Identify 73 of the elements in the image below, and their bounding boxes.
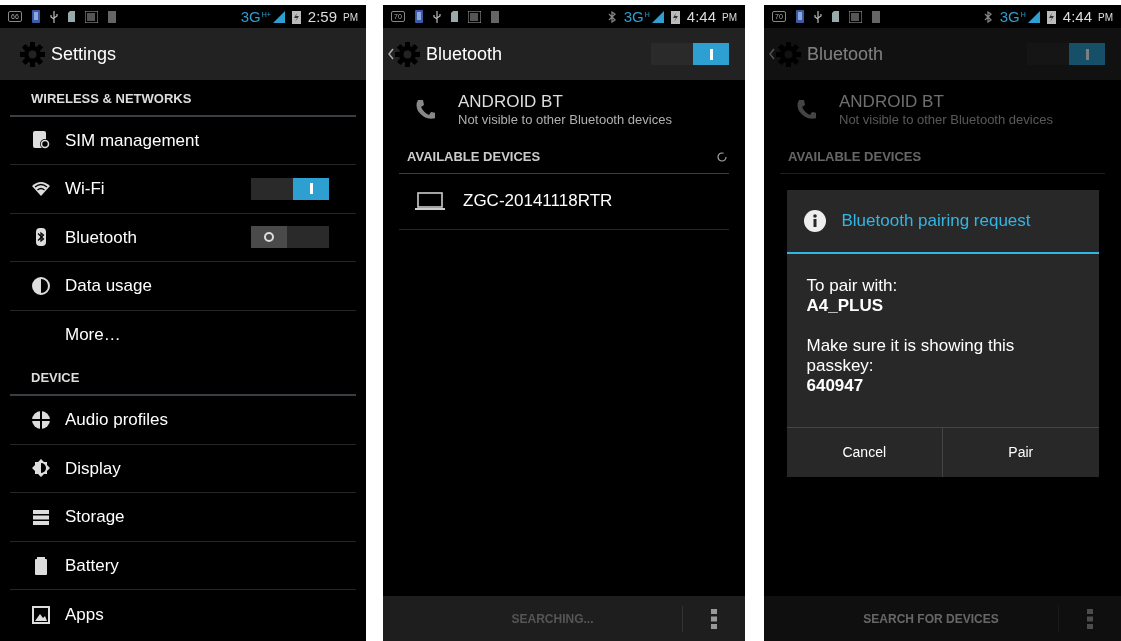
screen-title: Bluetooth bbox=[426, 42, 503, 66]
circle-cross-icon bbox=[31, 409, 51, 430]
dialog-button[interactable]: Cancel bbox=[786, 428, 942, 477]
visibility-status: Not visible to other Bluetooth devices bbox=[458, 112, 672, 128]
laptop-icon bbox=[415, 192, 445, 210]
settings-item[interactable]: Audio profiles bbox=[10, 395, 356, 445]
dialog-title: Bluetooth pairing request bbox=[841, 210, 1031, 233]
network-type: 3G bbox=[999, 8, 1020, 25]
gear-icon bbox=[776, 41, 801, 67]
usb-icon bbox=[813, 10, 822, 23]
signal-icon bbox=[1027, 10, 1040, 23]
clock-time: 4:44 bbox=[1062, 8, 1092, 25]
bluetooth-icon bbox=[983, 10, 992, 23]
sun-icon bbox=[31, 458, 51, 479]
settings-item[interactable]: SIM management bbox=[10, 116, 356, 166]
dialog-button[interactable]: Pair bbox=[942, 428, 1099, 477]
settings-item[interactable]: Data usage bbox=[10, 262, 356, 311]
signal-icon bbox=[272, 10, 285, 23]
sd-card-icon bbox=[831, 11, 839, 22]
toggle-switch[interactable] bbox=[251, 226, 329, 249]
dialog-text: To pair with: bbox=[806, 276, 899, 296]
spinner-icon bbox=[717, 151, 727, 162]
signal-icon bbox=[651, 10, 664, 23]
section-header: WIRELESS & NETWORKS bbox=[10, 89, 356, 117]
phone-handset-icon bbox=[415, 99, 435, 121]
visibility-status: Not visible to other Bluetooth devices bbox=[839, 112, 1053, 128]
device-item[interactable]: ZGC-20141118RTR bbox=[399, 173, 729, 230]
battery-charging-icon bbox=[670, 9, 680, 24]
picture-icon bbox=[31, 604, 51, 625]
bluetooth-icon bbox=[607, 10, 616, 23]
section-header: AVAILABLE DEVICES bbox=[788, 148, 922, 166]
battery-charging-icon bbox=[291, 9, 301, 24]
screen-title: Settings bbox=[51, 42, 117, 66]
settings-item[interactable]: Display bbox=[10, 444, 356, 494]
screen-title: Bluetooth bbox=[807, 42, 884, 66]
info-icon bbox=[803, 210, 826, 232]
settings-item[interactable]: More… bbox=[10, 310, 356, 360]
clock-time: 2:59 bbox=[307, 8, 337, 25]
device-name: ANDROID BT bbox=[839, 92, 945, 112]
settings-item[interactable]: Wi-Fi bbox=[10, 165, 356, 214]
clock-time: 4:44 bbox=[686, 8, 716, 25]
toggle-switch[interactable] bbox=[1027, 43, 1105, 65]
settings-item[interactable]: Apps bbox=[10, 590, 356, 639]
toggle-switch[interactable] bbox=[651, 43, 729, 65]
dialog-text: Make sure it is showing this passkey: bbox=[806, 336, 1016, 376]
phone-handset-icon bbox=[796, 99, 816, 121]
settings-item[interactable]: Storage bbox=[10, 493, 356, 542]
overflow-menu-icon[interactable] bbox=[711, 608, 717, 629]
phone-icon bbox=[795, 10, 804, 23]
gear-icon bbox=[20, 41, 45, 67]
phone-icon bbox=[31, 10, 40, 23]
clock-meridiem: PM bbox=[343, 10, 358, 25]
device-name: ANDROID BT bbox=[458, 92, 564, 112]
network-type: 3G bbox=[623, 8, 644, 25]
clock-meridiem: PM bbox=[722, 10, 737, 25]
back-chevron-icon[interactable] bbox=[387, 48, 394, 60]
device-name: A4_PLUS bbox=[806, 296, 885, 316]
section-header: AVAILABLE DEVICES bbox=[407, 148, 541, 166]
usb-icon bbox=[432, 10, 441, 23]
sd-card-icon bbox=[67, 11, 75, 22]
phone-icon bbox=[414, 10, 423, 23]
clock-meridiem: PM bbox=[1098, 10, 1113, 25]
settings-item[interactable]: Bluetooth bbox=[10, 213, 356, 263]
pie-chart-icon bbox=[31, 276, 51, 297]
settings-item[interactable]: Battery bbox=[10, 541, 356, 591]
gear-icon bbox=[395, 41, 420, 67]
usb-icon bbox=[49, 10, 58, 23]
network-type: 3G bbox=[240, 8, 261, 25]
toggle-switch[interactable] bbox=[251, 177, 329, 200]
sd-card-icon bbox=[450, 11, 458, 22]
section-header: DEVICE bbox=[10, 368, 356, 396]
battery-charging-icon bbox=[1046, 9, 1056, 24]
passkey: 640947 bbox=[806, 376, 865, 396]
